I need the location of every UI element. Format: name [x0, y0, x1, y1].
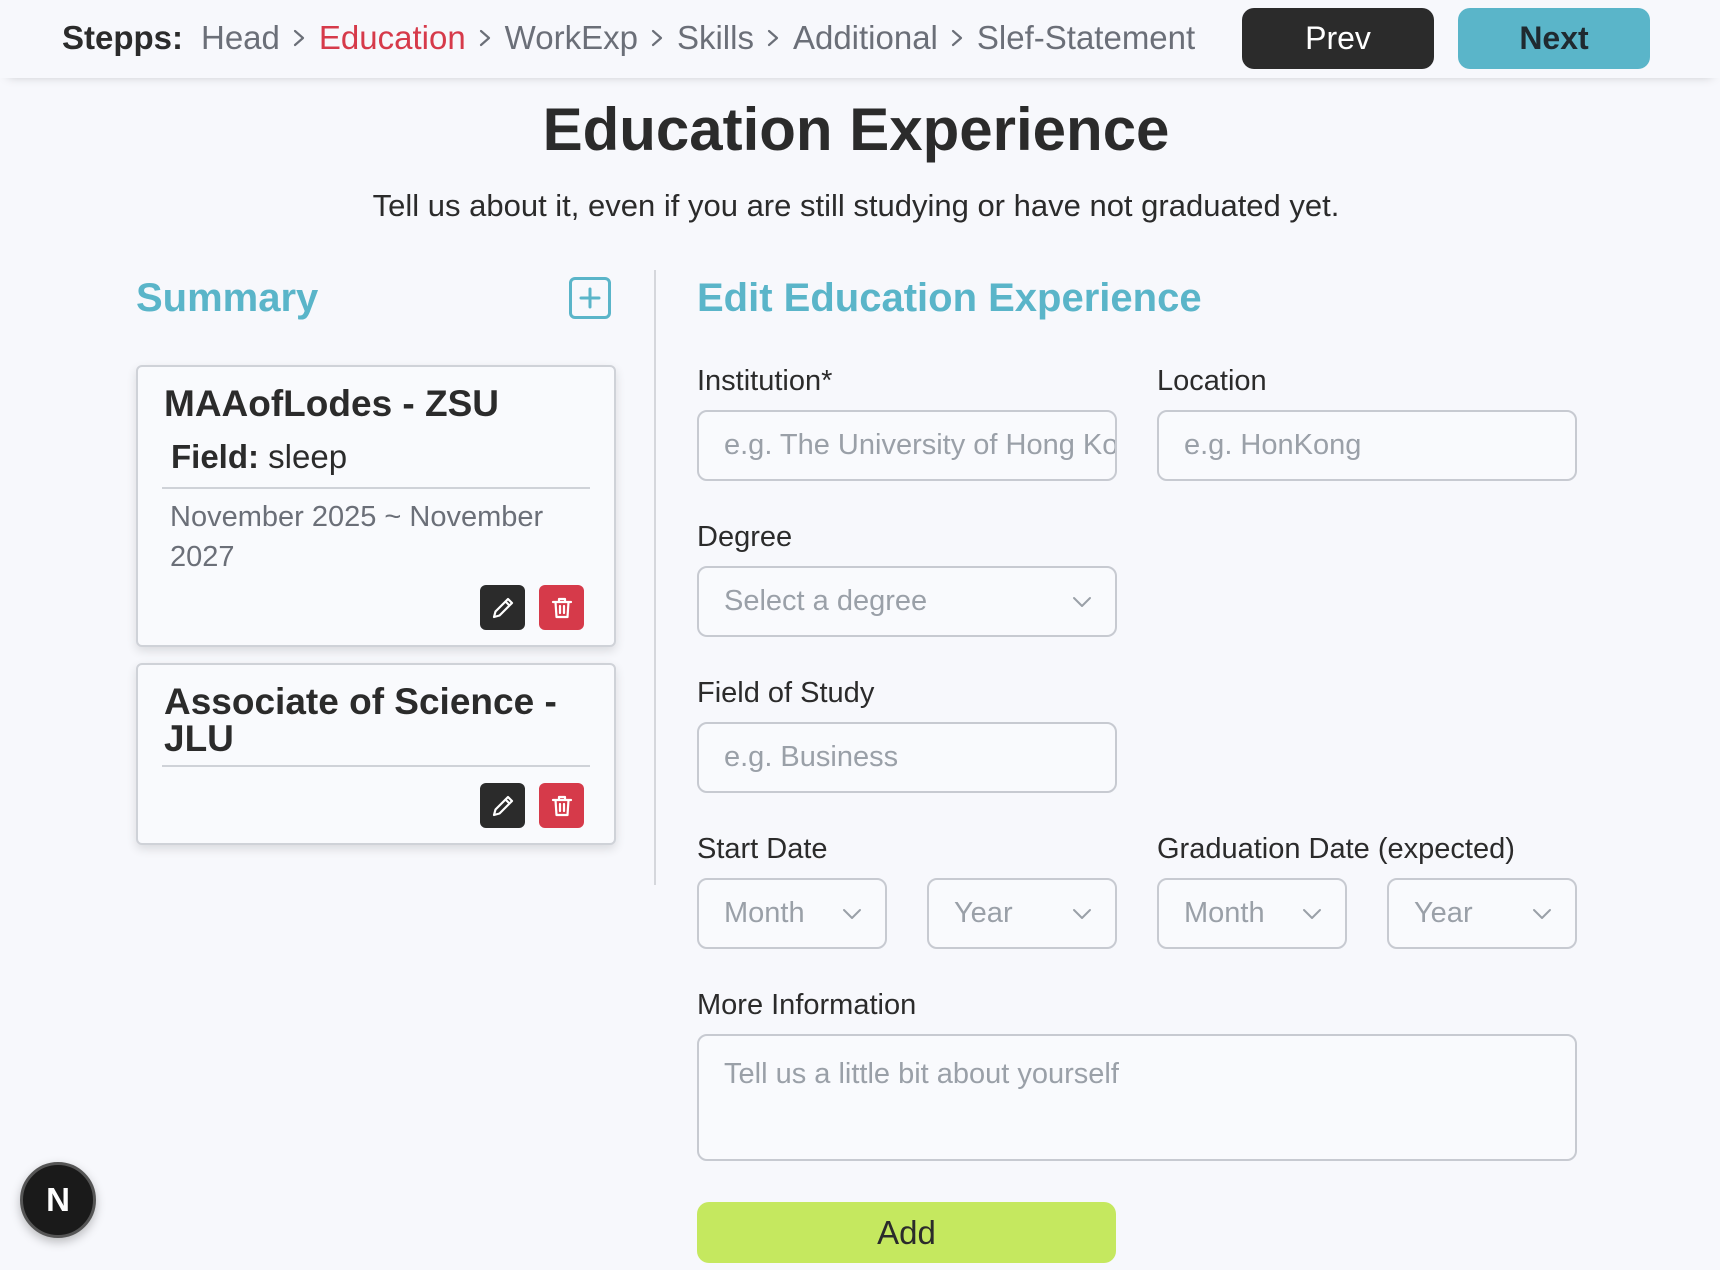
next-button[interactable]: Next: [1458, 8, 1650, 69]
step-additional[interactable]: Additional: [793, 18, 938, 58]
edit-button[interactable]: [480, 585, 525, 630]
pencil-icon: [492, 795, 513, 816]
form-title: Edit Education Experience: [697, 276, 1202, 320]
field-of-study-input[interactable]: [697, 722, 1117, 793]
card-title: Associate of Science - JLU: [164, 681, 557, 759]
chevron-right-icon: [938, 28, 977, 48]
chevron-down-icon: [1073, 908, 1091, 919]
chevron-right-icon: [466, 28, 505, 48]
page-subtitle: Tell us about it, even if you are still …: [372, 188, 1340, 223]
chevron-right-icon: [280, 28, 319, 48]
summary-card[interactable]: MAAofLodes - ZSU Field: sleep November 2…: [136, 365, 616, 647]
step-bar: Stepps: Head Education WorkExp Skills Ad…: [0, 0, 1720, 78]
card-divider: [162, 765, 590, 767]
step-self-statement[interactable]: Slef-Statement: [977, 18, 1195, 58]
column-divider: [654, 270, 656, 885]
card-field: Field: sleep: [171, 437, 347, 477]
pencil-icon: [492, 597, 513, 618]
n-logo-letter: N: [46, 1181, 70, 1218]
start-year-select[interactable]: Year: [927, 878, 1117, 949]
chevron-down-icon: [843, 908, 861, 919]
step-head[interactable]: Head: [201, 18, 280, 58]
trash-icon: [551, 795, 572, 816]
steps-label: Stepps:: [62, 19, 184, 56]
card-field-value: sleep: [268, 438, 348, 475]
card-divider: [162, 487, 590, 489]
delete-button[interactable]: [539, 585, 584, 630]
edit-button[interactable]: [480, 783, 525, 828]
degree-label: Degree: [697, 521, 793, 553]
institution-input[interactable]: [697, 410, 1117, 481]
degree-select-value: Select a degree: [724, 585, 928, 617]
steps-breadcrumb: Head Education WorkExp Skills Additional…: [201, 18, 1195, 58]
more-info-textarea[interactable]: [697, 1034, 1577, 1161]
card-field-label: Field:: [171, 438, 259, 475]
graduation-date-label: Graduation Date (expected): [1157, 833, 1515, 865]
location-label: Location: [1157, 365, 1267, 397]
start-month-select[interactable]: Month: [697, 878, 887, 949]
degree-select[interactable]: Select a degree: [697, 566, 1117, 637]
graduation-year-select[interactable]: Year: [1387, 878, 1577, 949]
institution-label: Institution*: [697, 365, 833, 397]
start-year-value: Year: [954, 897, 1013, 929]
trash-icon: [551, 597, 572, 618]
field-of-study-label: Field of Study: [697, 677, 875, 709]
more-info-label: More Information: [697, 989, 917, 1021]
start-date-label: Start Date: [697, 833, 828, 865]
chevron-down-icon: [1533, 908, 1551, 919]
add-education-button[interactable]: [569, 277, 611, 319]
chevron-right-icon: [638, 28, 677, 48]
graduation-month-value: Month: [1184, 897, 1265, 929]
step-workexp[interactable]: WorkExp: [505, 18, 638, 58]
prev-button[interactable]: Prev: [1242, 8, 1434, 69]
start-month-value: Month: [724, 897, 805, 929]
chevron-right-icon: [754, 28, 793, 48]
step-skills[interactable]: Skills: [677, 18, 754, 58]
delete-button[interactable]: [539, 783, 584, 828]
step-education[interactable]: Education: [319, 18, 466, 58]
add-button[interactable]: Add: [697, 1202, 1116, 1263]
plus-square-icon: [579, 287, 601, 309]
summary-title: Summary: [136, 276, 319, 320]
graduation-month-select[interactable]: Month: [1157, 878, 1347, 949]
page: Stepps: Head Education WorkExp Skills Ad…: [0, 0, 1720, 1270]
n-logo-badge[interactable]: N: [20, 1162, 96, 1238]
chevron-down-icon: [1073, 596, 1091, 607]
card-title: MAAofLodes - ZSU: [164, 383, 500, 424]
location-input[interactable]: [1157, 410, 1577, 481]
card-dates: November 2025 ~ November 2027: [170, 501, 544, 573]
chevron-down-icon: [1303, 908, 1321, 919]
summary-card[interactable]: Associate of Science - JLU: [136, 663, 616, 845]
page-title: Education Experience: [542, 96, 1170, 163]
graduation-year-value: Year: [1414, 897, 1473, 929]
